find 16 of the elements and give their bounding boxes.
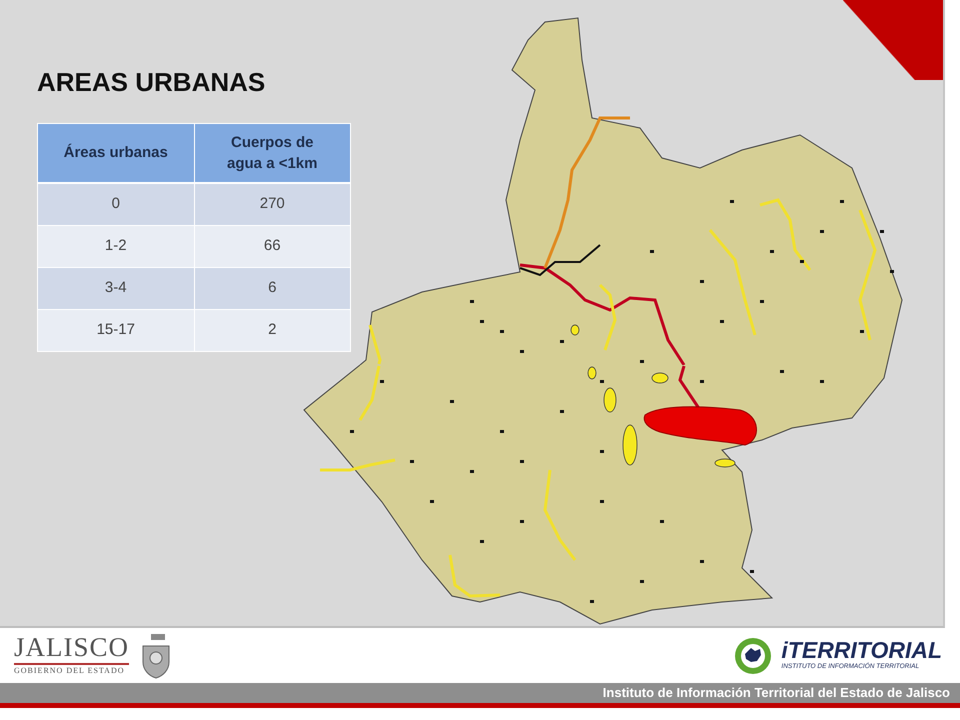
globe-icon: [733, 636, 774, 676]
column-header: Áreas urbanas: [38, 123, 194, 184]
table-cell: 270: [194, 183, 350, 226]
table-cell: 2: [194, 309, 350, 352]
table-cell: 1-2: [38, 225, 194, 268]
table-cell: 6: [194, 267, 350, 310]
logo-text: iTERRITORIAL: [781, 639, 942, 662]
table-cell: 15-17: [38, 309, 194, 352]
table-cell: 66: [194, 225, 350, 268]
logo-text: JALISCO: [14, 634, 130, 665]
slide-title: AREAS URBANAS: [37, 68, 266, 97]
logo-subtitle: GOBIERNO DEL ESTADO: [14, 665, 126, 677]
footer-caption: Instituto de Información Territorial del Estado de Jalisco: [0, 683, 960, 708]
table-cell: 3-4: [38, 267, 194, 310]
table-cell: 0: [38, 183, 194, 226]
column-header: Cuerpos de agua a <1km: [194, 123, 350, 184]
